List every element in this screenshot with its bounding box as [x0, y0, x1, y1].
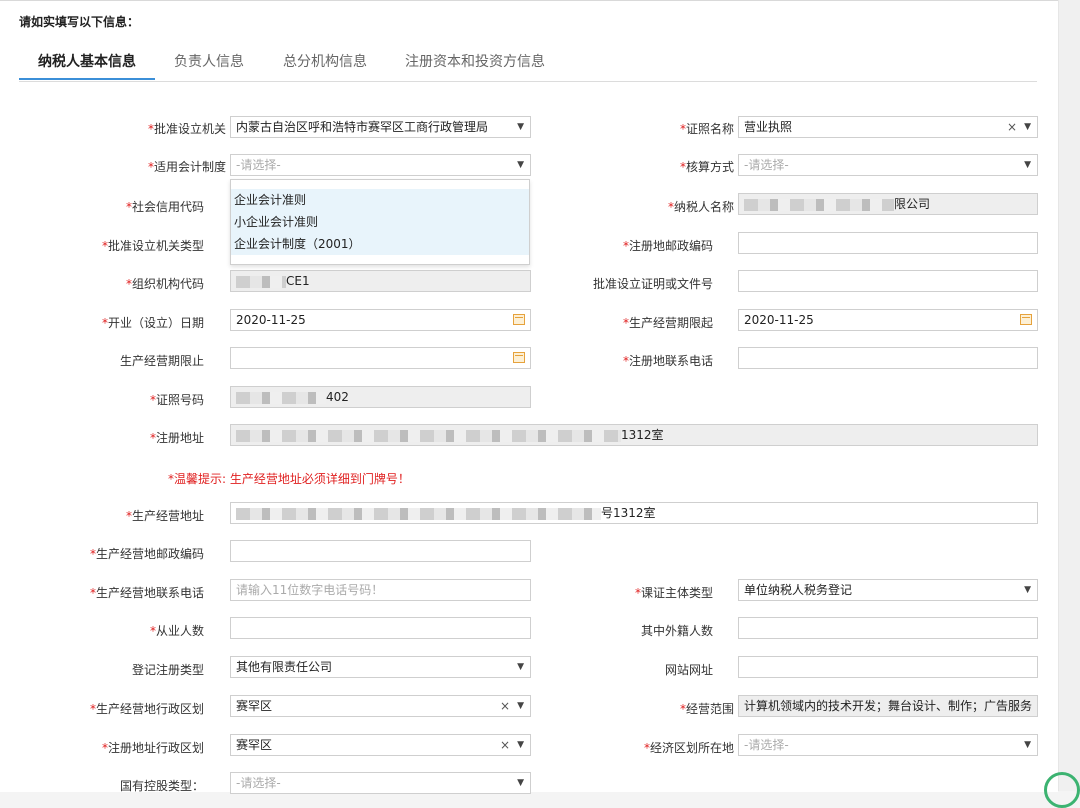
- calendar-icon[interactable]: [513, 314, 525, 325]
- econ-zone-select[interactable]: -请选择- ▼: [738, 734, 1038, 756]
- label-org-code: *组织机构代码: [125, 277, 204, 291]
- active-tab-underline: [19, 78, 155, 80]
- reg-type-select[interactable]: 其他有限责任公司 ▼: [230, 656, 531, 678]
- subject-type-select[interactable]: 单位纳税人税务登记 ▼: [738, 579, 1038, 601]
- label-econ-zone: *经济区划所在地: [643, 741, 734, 755]
- caret-down-icon: ▼: [517, 778, 524, 788]
- website-input[interactable]: [738, 656, 1038, 678]
- clear-icon[interactable]: ×: [500, 696, 510, 716]
- floating-ring-icon[interactable]: [1044, 772, 1080, 808]
- label-employees: *从业人数: [149, 624, 204, 638]
- label-op-postcode: *生产经营地邮政编码: [89, 547, 204, 561]
- right-scroll-area[interactable]: [1058, 0, 1080, 791]
- calendar-icon[interactable]: [513, 352, 525, 363]
- label-license-name: *证照名称: [679, 122, 734, 136]
- reg-division-select[interactable]: 赛罕区 × ▼: [230, 734, 531, 756]
- form-panel: 请如实填写以下信息： 纳税人基本信息 负责人信息 总分机构信息 注册资本和投资方…: [0, 0, 1058, 794]
- label-accounting-system: *适用会计制度: [147, 160, 226, 174]
- op-end-input[interactable]: [230, 347, 531, 369]
- accounting-system-dropdown: 企业会计准则 小企业会计准则 企业会计制度（2001）: [230, 179, 530, 265]
- redacted-blur: [236, 275, 286, 288]
- label-op-phone: *生产经营地联系电话: [89, 586, 204, 600]
- label-op-start: *生产经营期限起: [622, 316, 713, 330]
- accounting-method-select[interactable]: -请选择- ▼: [738, 154, 1038, 176]
- tab-bar: 纳税人基本信息 负责人信息 总分机构信息 注册资本和投资方信息: [19, 41, 1037, 82]
- label-scope: *经营范围: [679, 702, 734, 716]
- caret-down-icon: ▼: [1024, 160, 1031, 170]
- caret-down-icon: ▼: [517, 122, 524, 132]
- org-code-field: CE1: [230, 270, 531, 292]
- approval-authority-select[interactable]: 内蒙古自治区呼和浩特市赛罕区工商行政管理局 ▼: [230, 116, 531, 138]
- caret-down-icon: ▼: [1024, 122, 1031, 132]
- label-license-no: *证照号码: [149, 393, 204, 407]
- label-credit-code: *社会信用代码: [125, 200, 204, 214]
- tab-taxpayer-basic-info[interactable]: 纳税人基本信息: [38, 51, 136, 71]
- redacted-blur: [236, 507, 601, 520]
- redacted-blur: [744, 198, 894, 211]
- calendar-icon[interactable]: [1020, 314, 1032, 325]
- caret-down-icon: ▼: [1024, 740, 1031, 750]
- op-postcode-input[interactable]: [230, 540, 531, 562]
- license-no-field: 402: [230, 386, 531, 408]
- label-open-date: *开业（设立）日期: [101, 316, 204, 330]
- label-authority-type: *批准设立机关类型: [101, 239, 204, 253]
- label-op-end: 生产经营期限止: [119, 354, 204, 368]
- label-reg-type: 登记注册类型: [131, 663, 204, 677]
- caret-down-icon: ▼: [517, 662, 524, 672]
- label-accounting-method: *核算方式: [679, 160, 734, 174]
- tab-capital-investor[interactable]: 注册资本和投资方信息: [405, 51, 545, 71]
- clear-icon[interactable]: ×: [500, 735, 510, 755]
- scope-field: 计算机领域内的技术开发；舞台设计、制作；广告服务: [738, 695, 1038, 717]
- caret-down-icon: ▼: [517, 701, 524, 711]
- reg-postcode-input[interactable]: [738, 232, 1038, 254]
- clear-icon[interactable]: ×: [1007, 117, 1017, 137]
- op-division-select[interactable]: 赛罕区 × ▼: [230, 695, 531, 717]
- label-op-address: *生产经营地址: [125, 509, 204, 523]
- label-op-division: *生产经营地行政区划: [89, 702, 204, 716]
- employees-input[interactable]: [230, 617, 531, 639]
- foreign-employees-input[interactable]: [738, 617, 1038, 639]
- tab-responsible-person[interactable]: 负责人信息: [174, 51, 244, 71]
- taxpayer-name-field: 限公司: [738, 193, 1038, 215]
- label-taxpayer-name: *纳税人名称: [667, 200, 734, 214]
- label-approval-authority: *批准设立机关: [147, 122, 226, 136]
- accounting-system-select[interactable]: -请选择- ▼: [230, 154, 531, 176]
- dropdown-option[interactable]: 企业会计准则: [231, 189, 529, 211]
- intro-text: 请如实填写以下信息：: [19, 15, 140, 29]
- label-foreign-employees: 其中外籍人数: [640, 624, 713, 638]
- dropdown-option[interactable]: 小企业会计准则: [231, 211, 529, 233]
- label-reg-phone: *注册地联系电话: [622, 354, 713, 368]
- redacted-blur: [236, 429, 621, 442]
- label-state-holding: 国有控股类型：: [119, 779, 204, 793]
- op-phone-input[interactable]: 请输入11位数字电话号码！: [230, 579, 531, 601]
- label-reg-address: *注册地址: [149, 431, 204, 445]
- reg-phone-input[interactable]: [738, 347, 1038, 369]
- op-address-input[interactable]: 号1312室: [230, 502, 1038, 524]
- label-approval-doc: 批准设立证明或文件号: [592, 277, 713, 291]
- reg-address-field: 1312室: [230, 424, 1038, 446]
- label-reg-division: *注册地址行政区划: [101, 741, 204, 755]
- op-start-input[interactable]: 2020-11-25: [738, 309, 1038, 331]
- license-name-select[interactable]: 营业执照 × ▼: [738, 116, 1038, 138]
- open-date-input[interactable]: 2020-11-25: [230, 309, 531, 331]
- label-reg-postcode: *注册地邮政编码: [622, 239, 713, 253]
- caret-down-icon: ▼: [517, 740, 524, 750]
- label-website: 网站网址: [664, 663, 713, 677]
- redacted-blur: [236, 391, 326, 404]
- dropdown-option[interactable]: 企业会计制度（2001）: [231, 233, 529, 255]
- approval-doc-input[interactable]: [738, 270, 1038, 292]
- caret-down-icon: ▼: [517, 160, 524, 170]
- label-subject-type: *课证主体类型: [634, 586, 713, 600]
- tab-branch-info[interactable]: 总分机构信息: [283, 51, 367, 71]
- address-warning: *温馨提示: 生产经营地址必须详细到门牌号！: [168, 472, 410, 486]
- caret-down-icon: ▼: [1024, 585, 1031, 595]
